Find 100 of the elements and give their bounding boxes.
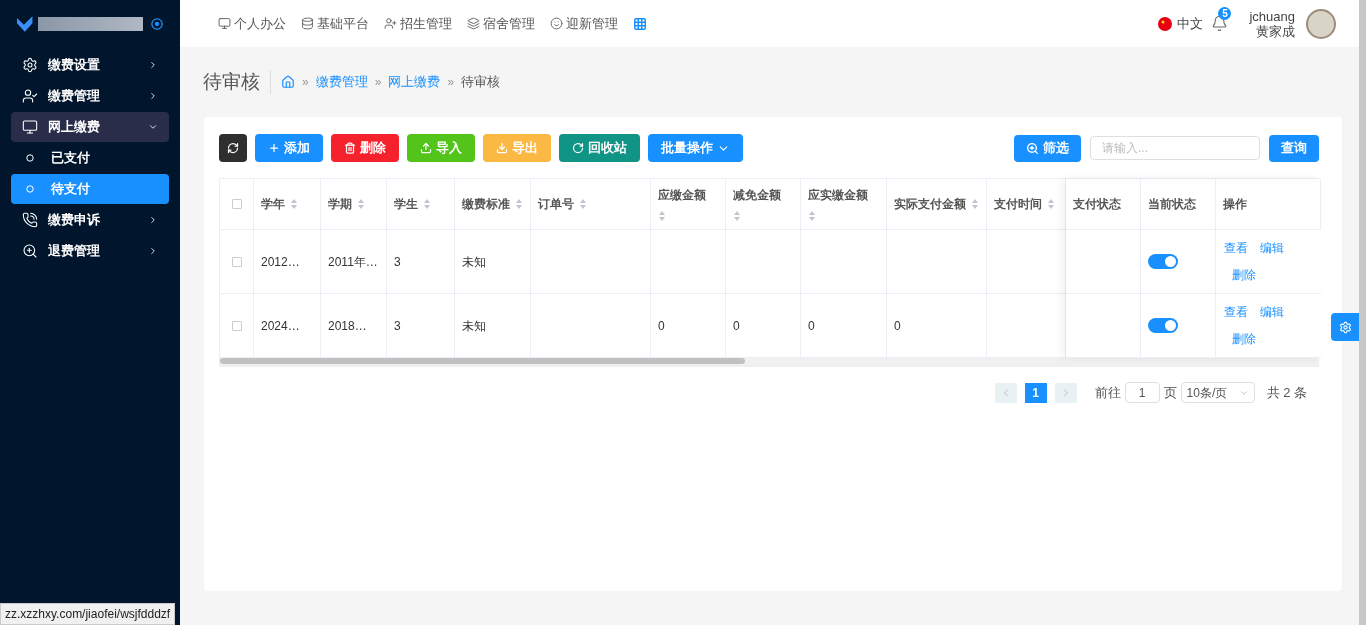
sort-icon[interactable] xyxy=(357,198,365,210)
column-header: 减免金额 xyxy=(733,187,781,204)
breadcrumb-separator: » xyxy=(374,74,382,91)
breadcrumb-item[interactable]: 缴费管理 xyxy=(315,72,368,92)
action-link[interactable]: 查看 xyxy=(1224,303,1248,321)
column-header: 应缴金额 xyxy=(658,187,706,204)
table-cell-text: 2018… xyxy=(328,317,367,335)
chevron-icon xyxy=(148,215,158,225)
sidebar-item[interactable]: 缴费设置 xyxy=(11,50,169,80)
rotate-icon xyxy=(572,142,584,154)
checkbox[interactable] xyxy=(231,256,242,267)
action-link[interactable]: 删除 xyxy=(1232,330,1256,348)
toggle-switch[interactable] xyxy=(1148,318,1178,333)
zoom-icon xyxy=(22,243,38,259)
toggle-switch[interactable] xyxy=(1148,254,1178,269)
page-button[interactable]: 1 xyxy=(1024,382,1047,403)
sort-icon[interactable] xyxy=(423,198,431,210)
goto-label: 前往 xyxy=(1094,383,1121,402)
circle-icon xyxy=(26,185,34,193)
column-header: 学期 xyxy=(328,196,352,213)
page-input[interactable]: 1 xyxy=(1124,382,1160,403)
avatar[interactable] xyxy=(1306,8,1336,39)
column-header: 实际支付金额 xyxy=(894,196,966,213)
user-plus-icon[interactable] xyxy=(384,17,397,30)
table-cell-text: 2011年… xyxy=(328,253,378,271)
sort-icon[interactable] xyxy=(290,198,298,210)
top-nav-link[interactable]: 宿舍管理 xyxy=(483,13,535,34)
breadcrumb-separator: » xyxy=(302,74,309,91)
table-cell-text: 0 xyxy=(808,317,815,335)
column-header: 应实缴金额 xyxy=(808,187,868,204)
table-cell-text: 未知 xyxy=(462,317,486,335)
delete-button[interactable]: 删除 xyxy=(331,134,399,162)
column-header: 学年 xyxy=(261,196,285,213)
action-link[interactable]: 编辑 xyxy=(1260,303,1284,321)
search-field[interactable]: 请输入... xyxy=(1090,136,1260,160)
batch-actions-button[interactable]: 批量操作 xyxy=(648,134,743,162)
page-size-select[interactable]: 10条/页 xyxy=(1180,382,1255,403)
checkbox[interactable] xyxy=(231,199,242,209)
sort-icon[interactable] xyxy=(733,210,741,222)
column-header: 当前状态 xyxy=(1148,196,1196,213)
query-button[interactable]: 查询 xyxy=(1269,134,1319,162)
breadcrumb-item: 待审核 xyxy=(461,73,501,92)
table-cell-text: 3 xyxy=(394,317,401,335)
database-icon[interactable] xyxy=(301,17,314,30)
target-icon[interactable] xyxy=(150,16,163,31)
top-nav-link[interactable]: 迎新管理 xyxy=(566,13,618,34)
table-cell-text: 0 xyxy=(894,317,901,335)
sidebar-subitem[interactable]: 待支付 xyxy=(11,174,169,204)
sort-icon[interactable] xyxy=(971,198,979,210)
sidebar-item[interactable]: 网上缴费 xyxy=(11,112,169,142)
sort-icon[interactable] xyxy=(808,210,816,222)
sort-icon[interactable] xyxy=(579,198,587,210)
smile-icon[interactable] xyxy=(550,17,563,30)
username: jchuang xyxy=(1249,8,1295,24)
language-label[interactable]: 中文 xyxy=(1177,13,1204,34)
layers-icon[interactable] xyxy=(467,17,480,30)
sidebar-item[interactable]: 缴费申诉 xyxy=(11,205,169,235)
top-nav-link[interactable]: 招生管理 xyxy=(400,13,452,34)
action-link[interactable]: 删除 xyxy=(1232,266,1256,284)
table-cell-text: 未知 xyxy=(462,253,486,271)
logo-icon xyxy=(17,14,35,33)
scrollbar[interactable] xyxy=(220,358,745,364)
recycle-bin-button[interactable]: 回收站 xyxy=(559,134,640,162)
action-link[interactable]: 编辑 xyxy=(1260,239,1284,257)
breadcrumb-item[interactable]: 网上缴费 xyxy=(388,72,441,92)
display-name: 黄家成 xyxy=(1256,23,1295,39)
previous-page-button[interactable] xyxy=(994,382,1017,403)
sort-icon[interactable] xyxy=(658,210,666,222)
status-url-tooltip: zz.xzzhxy.com/jiaofei/wsjfdddzf xyxy=(0,603,176,625)
total-count: 共 2 条 xyxy=(1266,383,1307,402)
sort-icon[interactable] xyxy=(1047,198,1055,210)
top-nav-link[interactable]: 基础平台 xyxy=(317,13,369,34)
import-button[interactable]: 导入 xyxy=(407,134,475,162)
sidebar-subitem[interactable]: 已支付 xyxy=(11,143,169,173)
next-page-button[interactable] xyxy=(1054,382,1077,403)
gear-icon xyxy=(22,57,38,73)
page-suffix: 页 xyxy=(1163,383,1177,402)
column-header: 支付时间 xyxy=(994,196,1042,213)
sidebar-item[interactable]: 缴费管理 xyxy=(11,81,169,111)
apps-grid-icon[interactable] xyxy=(633,16,647,31)
table-cell-text: 2012… xyxy=(261,253,300,271)
refresh-icon xyxy=(227,142,239,154)
home-icon[interactable] xyxy=(281,75,295,89)
bell-icon[interactable] xyxy=(1211,15,1229,32)
download-icon xyxy=(496,142,508,154)
filter-button[interactable]: 筛选 xyxy=(1014,134,1081,162)
action-link[interactable]: 查看 xyxy=(1224,239,1248,257)
chevron-icon xyxy=(148,91,158,101)
checkbox[interactable] xyxy=(231,320,242,331)
settings-button[interactable] xyxy=(1331,313,1359,341)
sidebar-item[interactable]: 退费管理 xyxy=(11,236,169,266)
sort-icon[interactable] xyxy=(515,198,523,210)
add-button[interactable]: 添加 xyxy=(255,134,323,162)
refresh-button[interactable] xyxy=(219,134,247,162)
column-header: 支付状态 xyxy=(1073,196,1121,213)
top-nav-link[interactable]: 个人办公 xyxy=(234,13,286,34)
monitor-icon[interactable] xyxy=(218,17,231,30)
user-check-icon xyxy=(22,88,38,104)
column-header: 缴费标准 xyxy=(462,196,510,213)
table-cell-text: 0 xyxy=(733,317,740,335)
